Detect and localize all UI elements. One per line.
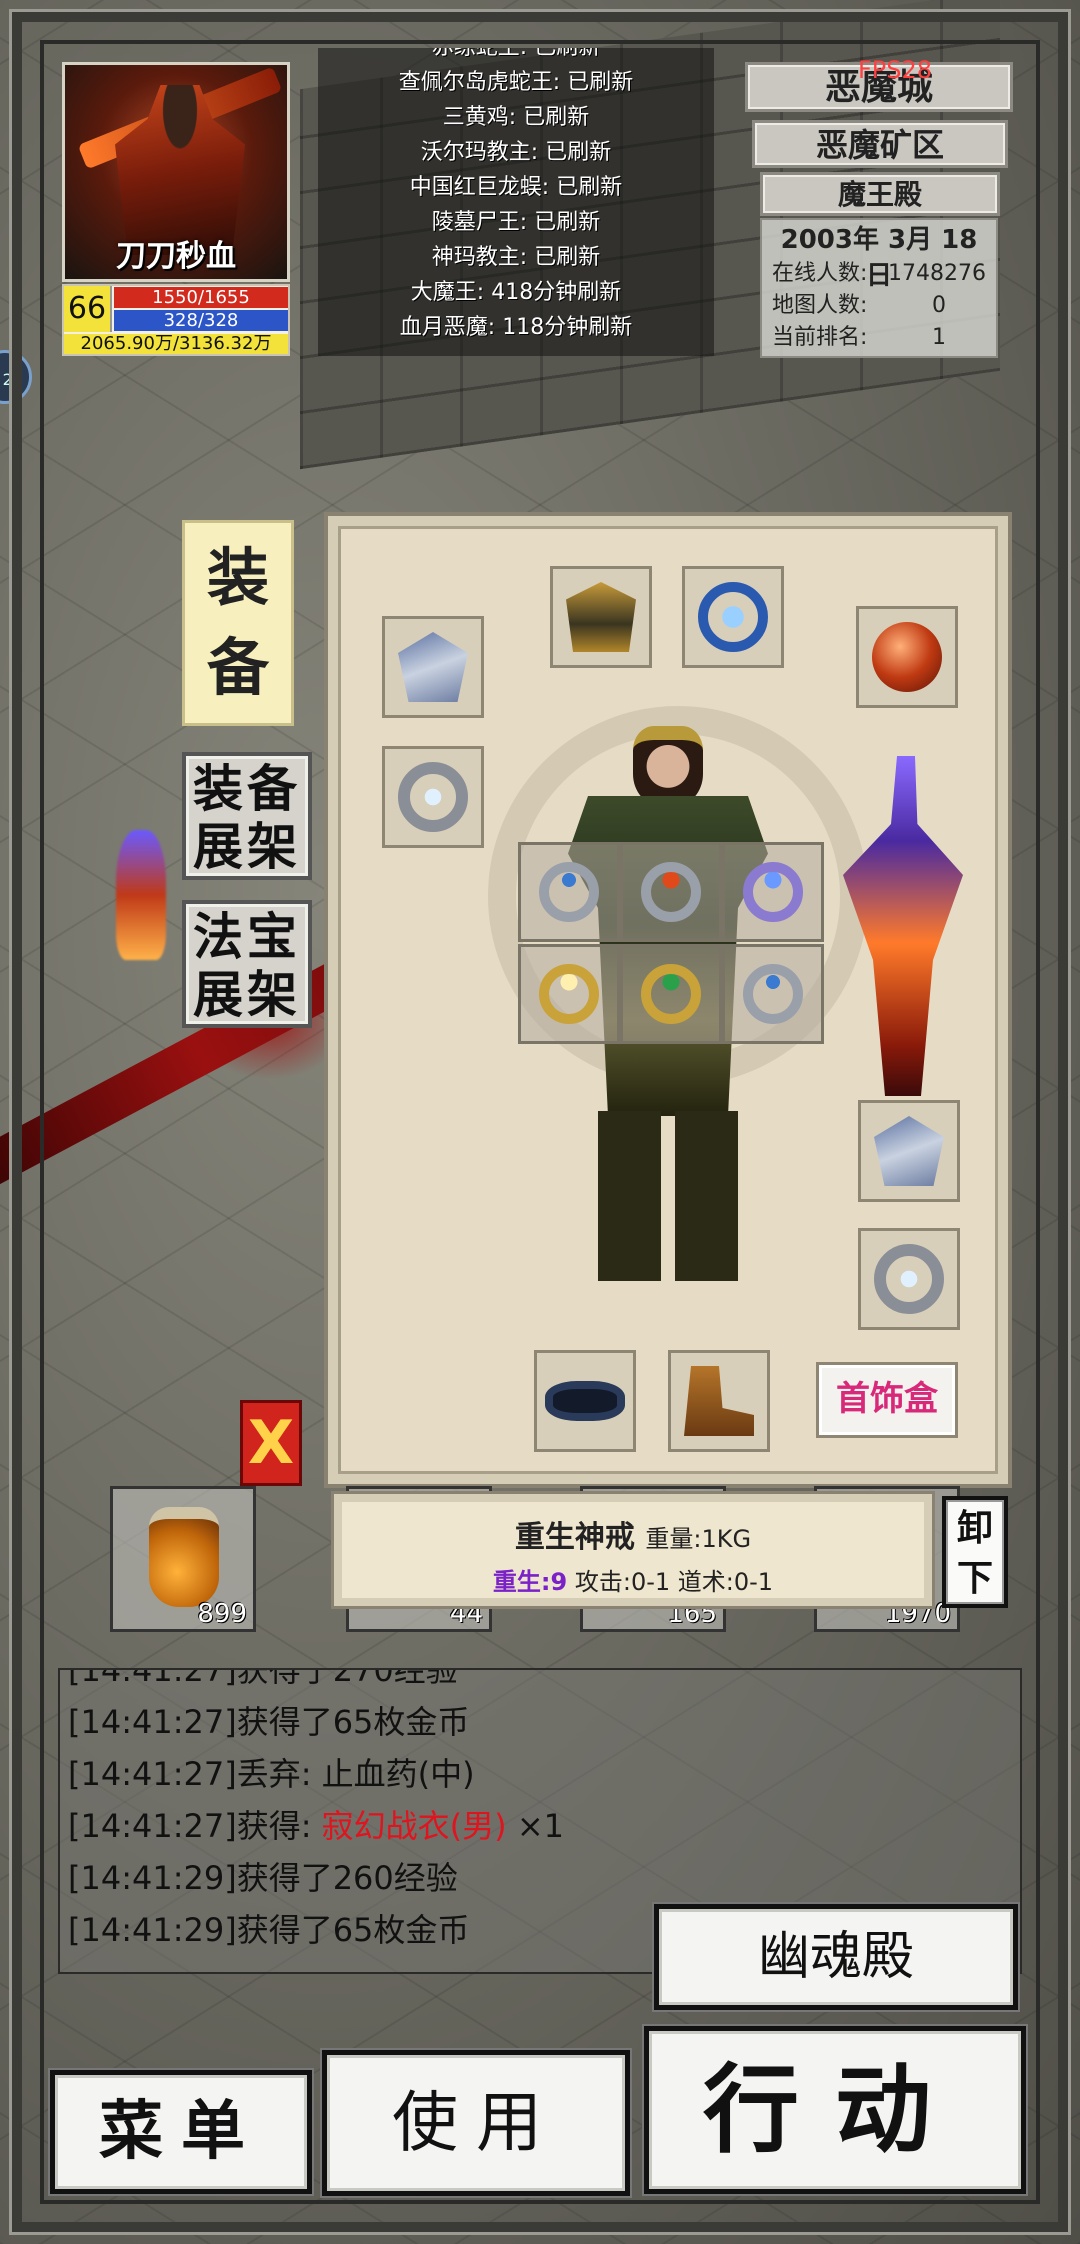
slot-bracelet-right[interactable] <box>858 1228 960 1330</box>
boss-refresh-list: 赤练蛇王: 已刷新 查佩尔岛虎蛇王: 已刷新 三黄鸡: 已刷新 沃尔玛教主: 已… <box>318 48 714 356</box>
boss-entry: 陵墓尸王: 已刷新 <box>431 210 601 235</box>
item-rebirth: 重生:9 <box>492 1568 568 1596</box>
boss-entry: 中国红巨龙蜈: 已刷新 <box>409 175 623 200</box>
slot-necklace[interactable] <box>682 566 784 668</box>
weapon-sword-icon[interactable] <box>843 756 963 1096</box>
crest-icon <box>874 1116 944 1186</box>
slot-orb[interactable] <box>856 606 958 708</box>
boss-entry: 查佩尔岛虎蛇王: 已刷新 <box>398 70 634 95</box>
ring-icon <box>743 964 803 1024</box>
game-date: 2003年 3月 18日 <box>780 225 978 291</box>
bracelet-icon <box>398 762 468 832</box>
slot-ring[interactable] <box>518 944 620 1044</box>
slot-ring[interactable] <box>518 842 620 942</box>
equipment-panel: 首饰盒 <box>328 516 1008 1484</box>
npc-character[interactable] <box>116 830 166 960</box>
slot-medal-right[interactable] <box>858 1100 960 1202</box>
mp-bar: 328/328 <box>114 310 288 331</box>
slot-ring[interactable] <box>722 842 824 942</box>
item-weight: 重量:1KG <box>645 1525 752 1553</box>
slot-ring[interactable] <box>722 944 824 1044</box>
exp-bar: 2065.90万/3136.32万 <box>64 334 288 354</box>
gear-shelf-button[interactable]: 装备 展架 <box>182 752 312 880</box>
fps-counter: FPS28 <box>858 56 933 84</box>
player-avatar[interactable]: 刀刀秒血 <box>62 62 290 282</box>
chat-line: [14:41:29]获得了260经验 <box>68 1859 458 1897</box>
crest-icon <box>398 632 468 702</box>
chat-line: [14:41:27]丢弃: 止血药(中) <box>68 1755 475 1793</box>
player-level: 66 <box>64 286 112 332</box>
use-button[interactable]: 使用 <box>322 2050 630 2196</box>
item-stats: 攻击:0-1 道术:0-1 <box>574 1568 774 1596</box>
chat-line: [14:41:27]获得了270经验 <box>68 1668 458 1689</box>
slot-helmet[interactable] <box>550 566 652 668</box>
boss-entry: 血月恶魔: 118分钟刷新 <box>399 315 633 340</box>
chat-line: [14:41:27]获得: 寂幻战衣(男) ×1 <box>68 1800 1012 1852</box>
slot-bracelet-left[interactable] <box>382 746 484 848</box>
helmet-icon <box>566 582 636 652</box>
map-players-value: 0 <box>932 293 946 318</box>
item-name: 重生神戒 <box>514 1520 635 1555</box>
slot-belt[interactable] <box>534 1350 636 1452</box>
slot-boots[interactable] <box>668 1350 770 1452</box>
player-name: 刀刀秒血 <box>116 239 236 274</box>
ring-icon <box>539 964 599 1024</box>
hero-head <box>633 726 703 806</box>
slot-ring[interactable] <box>620 842 722 942</box>
action-button[interactable]: 行动 <box>644 2026 1026 2194</box>
map-hall-button[interactable]: 魔王殿 <box>760 172 1000 216</box>
boss-entry: 赤练蛇王: 已刷新 <box>318 48 714 65</box>
treasure-shelf-button[interactable]: 法宝 展架 <box>182 900 312 1028</box>
chat-line: [14:41:27]获得了65枚金币 <box>68 1703 470 1741</box>
boss-entry: 沃尔玛教主: 已刷新 <box>420 140 612 165</box>
boss-entry: 神玛教主: 已刷新 <box>431 245 601 270</box>
equipment-tab[interactable]: 装 备 <box>182 520 294 726</box>
chat-item-highlight: 寂幻战衣(男) <box>321 1807 507 1845</box>
ring-icon <box>641 862 701 922</box>
hp-bar: 1550/1655 <box>114 287 288 308</box>
rank-value: 1 <box>932 325 946 350</box>
hero-legs <box>598 1111 738 1281</box>
ring-icon <box>743 862 803 922</box>
rank-label: 当前排名: <box>772 325 868 350</box>
jewelry-box-button[interactable]: 首饰盒 <box>816 1362 958 1438</box>
server-info-box: 2003年 3月 18日 在线人数: 1748276 地图人数: 0 当前排名:… <box>760 218 998 358</box>
bracelet-icon <box>874 1244 944 1314</box>
boots-icon <box>684 1366 754 1436</box>
slot-medal[interactable] <box>382 616 484 718</box>
boss-entry: 三黄鸡: 已刷新 <box>442 105 590 130</box>
boss-entry: 大魔王: 418分钟刷新 <box>410 280 622 305</box>
ring-icon <box>641 964 701 1024</box>
menu-button[interactable]: 菜单 <box>50 2070 312 2194</box>
quick-slot[interactable]: 899 <box>110 1486 256 1632</box>
belt-icon <box>545 1381 625 1421</box>
online-label: 在线人数: <box>772 261 868 286</box>
necklace-icon <box>698 582 768 652</box>
item-quantity: 899 <box>197 1599 247 1629</box>
player-stats: 66 1550/1655 328/328 2065.90万/3136.32万 <box>62 284 290 356</box>
online-value: 1748276 <box>888 261 986 286</box>
ring-icon <box>539 862 599 922</box>
potion-icon <box>149 1507 219 1607</box>
location-button[interactable]: 幽魂殿 <box>654 1904 1018 2010</box>
chat-suffix: ×1 <box>506 1807 564 1845</box>
map-area-button[interactable]: 恶魔矿区 <box>752 120 1008 168</box>
item-description: 重生神戒 重量:1KG 重生:9 攻击:0-1 道术:0-1 <box>334 1494 932 1606</box>
close-button[interactable]: X <box>240 1400 302 1486</box>
chat-prefix: [14:41:27]获得: <box>68 1807 322 1845</box>
orb-icon <box>872 622 942 692</box>
unequip-button[interactable]: 卸 下 <box>942 1496 1008 1608</box>
map-players-label: 地图人数: <box>772 293 868 318</box>
slot-ring[interactable] <box>620 944 722 1044</box>
